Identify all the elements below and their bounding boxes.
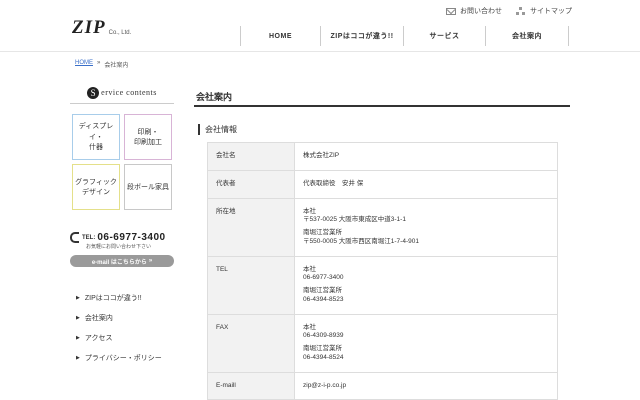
side-menu-item-difference[interactable]: ▶ ZIPはココが違う!! — [70, 288, 174, 308]
value-block: 南堀江営業所 06-4394-8523 — [303, 287, 549, 305]
contact-link[interactable]: お問い合わせ — [446, 6, 502, 16]
value-line: 本社 — [303, 323, 316, 331]
value-line: 06-6977-3400 — [303, 274, 344, 282]
row-value: 株式会社ZIP — [294, 142, 558, 171]
email-button[interactable]: e-mail はこちらから » — [70, 255, 174, 267]
row-label: 会社名 — [207, 142, 295, 171]
value-line: 株式会社ZIP — [303, 152, 340, 159]
value-block: 本社 〒537-0025 大阪市東成区中道3-1-1 — [303, 208, 549, 226]
side-menu-label: ZIPはココが違う!! — [84, 295, 142, 302]
sitemap-icon — [516, 7, 526, 15]
sitemap-link-label: サイトマップ — [530, 8, 572, 15]
company-logo[interactable]: ZIP Co., Ltd. — [72, 18, 131, 37]
value-block: 本社 06-6977-3400 — [303, 266, 549, 284]
service-initial-badge: S — [87, 86, 100, 99]
company-info-table: 会社名 株式会社ZIP 代表者 代表取締役 安井 保所在地 本社 〒537-0025 大阪… — [207, 142, 558, 400]
table-row: 所在地 本社 〒537-0025 大阪市東成区中道3-1-1 南堀江営業所 〒550-0… — [207, 197, 558, 257]
value-line: 06-4394-8524 — [303, 353, 344, 361]
value-line: 本社 — [303, 207, 316, 215]
row-label: FAX — [207, 313, 295, 373]
service-display[interactable]: ディスプレイ・ 什器 — [72, 114, 120, 160]
section-title: 会社情報 — [198, 124, 237, 135]
email-button-label: e-mail はこちらから — [91, 259, 147, 266]
row-label: TEL — [207, 255, 295, 315]
tel-label: TEL: — [82, 234, 96, 241]
logo-text: ZIP — [72, 17, 106, 38]
utility-nav: お問い合わせ サイトマップ — [446, 6, 572, 16]
row-label: 代表者 — [207, 169, 295, 199]
breadcrumb-home-link[interactable]: HOME — [75, 60, 93, 69]
value-line: zip@z-i-p.co.jp — [303, 381, 347, 389]
value-block: 本社 06-4309-8939 — [303, 324, 549, 342]
value-line: 〒550-0005 大阪市西区南堀江1-7-4-901 — [303, 237, 419, 245]
service-cardboard-furniture[interactable]: 段ボール家具 — [124, 164, 172, 210]
value-line: 南堀江営業所 — [303, 345, 342, 353]
arrow-right-icon: ▶ — [76, 315, 80, 321]
service-printing[interactable]: 印刷・ 印刷加工 — [124, 114, 172, 160]
sitemap-link[interactable]: サイトマップ — [516, 6, 572, 16]
row-value[interactable]: zip@z-i-p.co.jp — [294, 371, 558, 400]
global-nav: HOME ZIPはココが違う!! サービス 会社案内 — [240, 26, 569, 46]
value-line: 南堀江営業所 — [303, 287, 342, 295]
arrow-right-icon: ▶ — [76, 335, 80, 341]
row-value: 本社 06-4309-8939 南堀江営業所 06-4394-8524 — [294, 313, 558, 373]
table-row: FAX 本社 06-4309-8939 南堀江営業所 06-4394-8524 — [207, 313, 558, 373]
phone-contact: TEL: 06-6977-3400 — [70, 232, 166, 243]
row-value: 本社 06-6977-3400 南堀江営業所 06-4394-8523 — [294, 255, 558, 315]
value-line: 代表取締役 安井 保 — [303, 179, 364, 187]
arrow-right-icon: ▶ — [76, 295, 80, 301]
table-row: E-maill zip@z-i-p.co.jp — [207, 371, 558, 400]
tel-note: お気軽にお問い合わせ下さい — [86, 244, 152, 250]
row-value: 本社 〒537-0025 大阪市東成区中道3-1-1 南堀江営業所 〒550-0005… — [294, 197, 558, 257]
value-block: 株式会社ZIP — [303, 152, 549, 161]
site-header: ZIP Co., Ltd. お問い合わせ サイトマップ HOME ZIPはココが… — [0, 0, 640, 52]
breadcrumb: HOME » 会社案内 — [75, 60, 128, 69]
page-title: 会社案内 — [194, 90, 570, 107]
side-menu-item-privacy[interactable]: ▶ プライバシー・ポリシー — [70, 348, 174, 368]
value-line: 本社 — [303, 265, 316, 273]
nav-item-company[interactable]: 会社案内 — [485, 26, 569, 46]
email-button-arrow: » — [148, 258, 153, 264]
side-menu: ▶ ZIPはココが違う!! ▶ 会社案内 ▶ アクセス ▶ プライバシー・ポリシ… — [70, 288, 174, 368]
value-line: 06-4309-8939 — [303, 332, 344, 340]
row-value: 代表取締役 安井 保 — [294, 169, 558, 199]
value-block: 代表取締役 安井 保 — [303, 180, 549, 189]
table-row: TEL 本社 06-6977-3400 南堀江営業所 06-4394-8523 — [207, 255, 558, 315]
service-contents-heading: S ervice contents — [70, 82, 174, 104]
tel-number: 06-6977-3400 — [97, 232, 166, 243]
service-heading-text: ervice contents — [101, 88, 157, 97]
nav-item-service[interactable]: サービス — [403, 26, 485, 46]
side-menu-label: 会社案内 — [84, 315, 113, 322]
value-line: 06-4394-8523 — [303, 295, 344, 303]
value-block: 南堀江営業所 〒550-0005 大阪市西区南堀江1-7-4-901 — [303, 229, 549, 247]
row-label: 所在地 — [207, 197, 295, 257]
contact-link-label: お問い合わせ — [460, 8, 502, 15]
logo-subtext: Co., Ltd. — [108, 30, 132, 36]
value-line: 〒537-0025 大阪市東成区中道3-1-1 — [303, 216, 406, 224]
side-menu-item-access[interactable]: ▶ アクセス — [70, 328, 174, 348]
phone-icon — [70, 232, 79, 243]
breadcrumb-separator: » — [97, 60, 101, 66]
side-menu-label: アクセス — [84, 335, 113, 342]
nav-item-home[interactable]: HOME — [240, 26, 320, 46]
value-block: 南堀江営業所 06-4394-8524 — [303, 345, 549, 363]
nav-item-difference[interactable]: ZIPはココが違う!! — [320, 26, 403, 46]
service-graphic-design[interactable]: グラフィック デザイン — [72, 164, 120, 210]
value-line: 南堀江営業所 — [303, 229, 342, 237]
arrow-right-icon: ▶ — [76, 355, 80, 361]
breadcrumb-current: 会社案内 — [104, 63, 129, 69]
side-menu-item-company[interactable]: ▶ 会社案内 — [70, 308, 174, 328]
side-menu-label: プライバシー・ポリシー — [84, 355, 162, 362]
service-grid: ディスプレイ・ 什器 印刷・ 印刷加工 グラフィック デザイン 段ボール家具 — [72, 114, 174, 210]
value-block: zip@z-i-p.co.jp — [303, 382, 549, 391]
table-row: 会社名 株式会社ZIP — [207, 142, 558, 171]
row-label: E-maill — [207, 371, 295, 400]
mail-icon — [446, 7, 456, 15]
table-row: 代表者 代表取締役 安井 保 — [207, 169, 558, 199]
